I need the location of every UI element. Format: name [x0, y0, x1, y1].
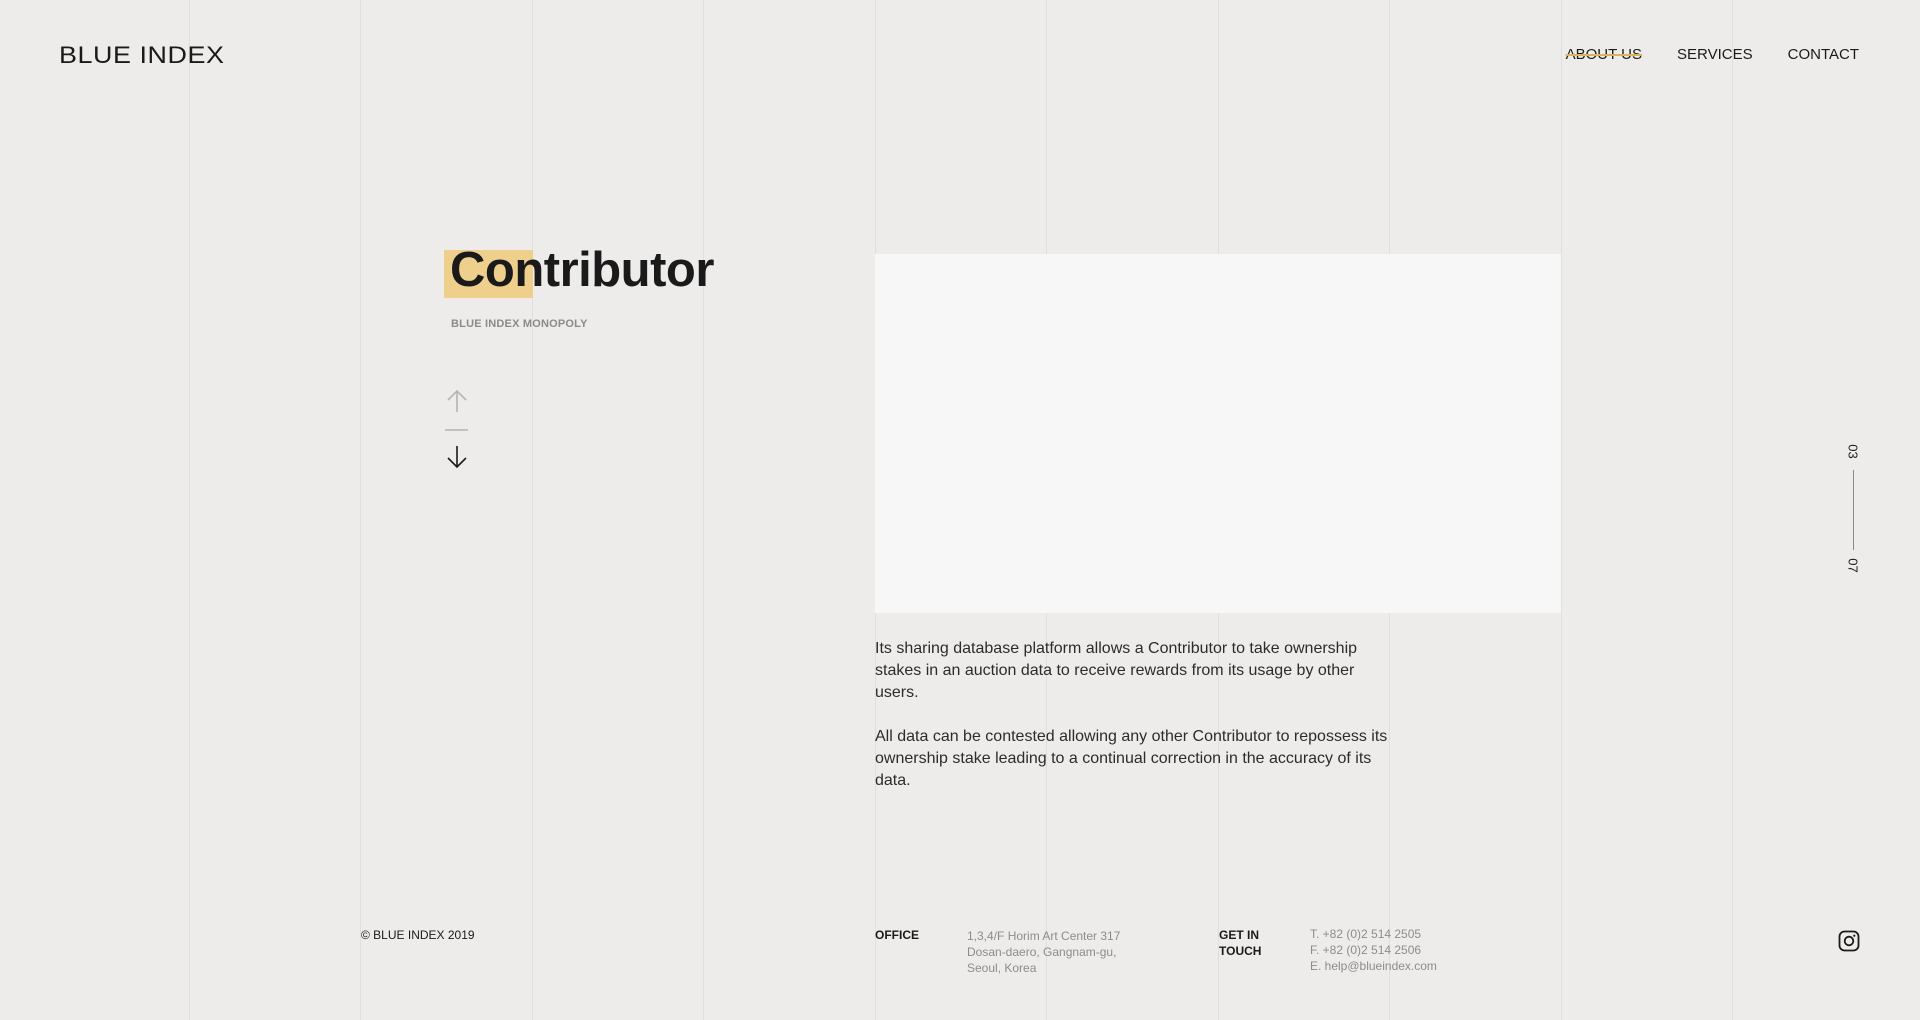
contact-fax: F. +82 (0)2 514 2506	[1310, 943, 1422, 957]
contact-details: T. +82 (0)2 514 2505 F. +82 (0)2 514 250…	[1310, 926, 1437, 974]
contact-email[interactable]: E. help@blueindex.com	[1310, 958, 1437, 974]
image-panel	[875, 254, 1561, 613]
grid-line	[1732, 0, 1733, 1020]
contact-phone: T. +82 (0)2 514 2505	[1310, 927, 1422, 941]
get-in-touch-line: GET IN	[1219, 928, 1260, 942]
description-paragraph: Its sharing database platform allows a C…	[875, 640, 1358, 701]
slide-pager: 03 07	[1844, 444, 1862, 576]
arrow-down-icon[interactable]	[444, 444, 470, 470]
nav-item-about-us[interactable]: ABOUT US	[1566, 46, 1642, 63]
page-title-text: Contributor	[450, 243, 714, 297]
description: Its sharing database platform allows a C…	[875, 638, 1395, 814]
page: BLUE INDEX ABOUT US SERVICES CONTACT Con…	[0, 0, 1920, 1020]
grid-line	[1561, 0, 1562, 1020]
get-in-touch-line: TOUCH	[1219, 944, 1262, 958]
office-label: OFFICE	[875, 928, 919, 942]
grid-line	[703, 0, 704, 1020]
arrow-up-icon[interactable]	[444, 388, 470, 414]
instagram-icon[interactable]	[1838, 930, 1860, 952]
grid-line	[360, 0, 361, 1020]
pager-line	[1853, 470, 1854, 550]
grid-line	[532, 0, 533, 1020]
copyright: © BLUE INDEX 2019	[361, 928, 475, 942]
arrow-divider	[445, 429, 468, 431]
page-subtitle: BLUE INDEX MONOPOLY	[451, 318, 588, 330]
logo[interactable]: BLUE INDEX	[59, 42, 224, 70]
description-paragraph: All data can be contested allowing any o…	[875, 728, 1388, 789]
nav-item-contact[interactable]: CONTACT	[1788, 46, 1859, 63]
nav-item-services[interactable]: SERVICES	[1677, 46, 1753, 63]
grid-line	[189, 0, 190, 1020]
pager-total: 07	[1845, 558, 1861, 573]
office-address-line: Dosan-daero, Gangnam-gu,	[967, 945, 1117, 959]
main-nav: ABOUT US SERVICES CONTACT	[1566, 46, 1859, 63]
page-title: Contributor	[444, 242, 714, 298]
office-address: 1,3,4/F Horim Art Center 317 Dosan-daero…	[967, 928, 1120, 976]
get-in-touch-label: GET IN TOUCH	[1219, 927, 1279, 959]
pager-current: 03	[1845, 444, 1861, 459]
office-address-line: Seoul, Korea	[967, 961, 1037, 975]
office-address-line: 1,3,4/F Horim Art Center 317	[967, 929, 1121, 943]
